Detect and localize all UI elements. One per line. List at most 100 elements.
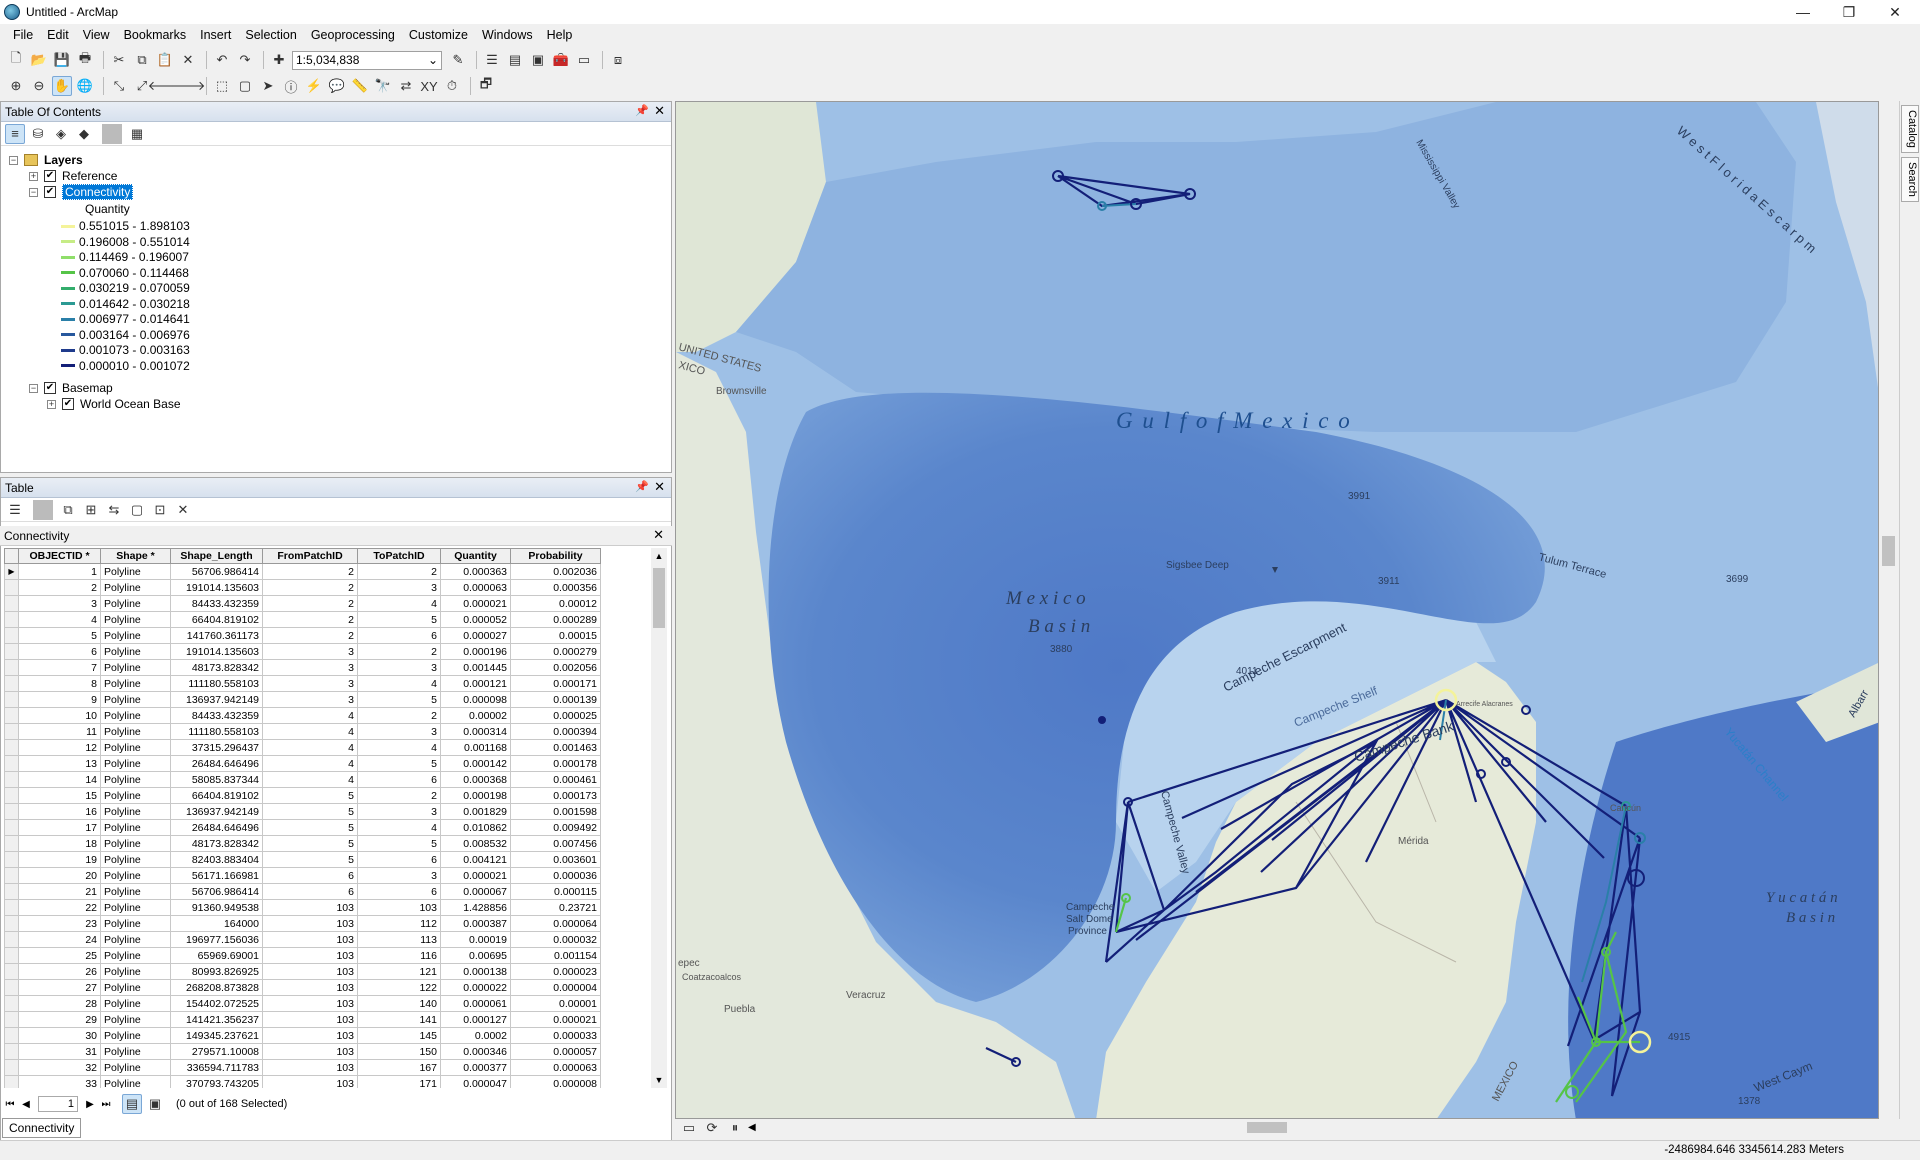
row-selector[interactable] [4, 707, 19, 724]
table-cell[interactable]: 4 [357, 675, 441, 692]
legend-item[interactable]: 0.551015 - 1.898103 [61, 218, 190, 234]
table-cell[interactable]: 1 [18, 563, 101, 580]
table-cell[interactable]: 196977.156036 [170, 931, 263, 948]
table-cell[interactable]: Polyline [100, 691, 171, 708]
table-cell[interactable]: 4 [262, 707, 358, 724]
table-cell[interactable]: 26 [18, 963, 101, 980]
table-cell[interactable]: 20 [18, 867, 101, 884]
close-icon[interactable]: ✕ [654, 479, 665, 495]
pin-icon[interactable]: 📌 [635, 104, 649, 117]
find-binoculars-icon[interactable]: 🔭 [373, 76, 393, 96]
zoom-in-icon[interactable]: ⊕ [6, 76, 26, 96]
attribute-table-grid[interactable]: OBJECTID * Shape * Shape_Length FromPatc… [4, 548, 649, 1088]
table-cell[interactable]: 0.000115 [510, 883, 601, 900]
list-by-selection-icon[interactable]: ◆ [74, 124, 94, 144]
table-cell[interactable]: 0.000057 [510, 1043, 601, 1060]
table-cell[interactable]: 56171.166981 [170, 867, 263, 884]
table-row[interactable]: 27 Polyline 268208.873828 103 122 0.000022 0.0… [4, 979, 601, 996]
row-selector[interactable] [4, 595, 19, 612]
table-cell[interactable]: 103 [357, 899, 441, 916]
row-selector[interactable] [4, 675, 19, 692]
collapse-icon[interactable]: − [29, 187, 38, 197]
layer-visibility-checkbox[interactable]: ✔ [44, 186, 56, 198]
table-cell[interactable]: 82403.883404 [170, 851, 263, 868]
table-row[interactable]: 8 Polyline 111180.558103 3 4 0.000121 0.000171 [4, 675, 601, 692]
menu-edit[interactable]: Edit [40, 24, 76, 46]
table-cell[interactable]: Polyline [100, 835, 171, 852]
table-cell[interactable]: 2 [357, 787, 441, 804]
table-cell[interactable]: 0.010862 [440, 819, 511, 836]
row-selector[interactable] [4, 611, 19, 628]
scroll-thumb[interactable] [1247, 1122, 1287, 1133]
table-cell[interactable]: 0.003601 [510, 851, 601, 868]
table-cell[interactable]: 6 [357, 851, 441, 868]
table-cell[interactable]: 0.002056 [510, 659, 601, 676]
table-cell[interactable]: Polyline [100, 1027, 171, 1044]
table-cell[interactable]: 113 [357, 931, 441, 948]
table-cell[interactable]: 37315.296437 [170, 739, 263, 756]
table-cell[interactable]: Polyline [100, 883, 171, 900]
table-cell[interactable]: 103 [262, 899, 358, 916]
table-cell[interactable]: 0.000021 [440, 595, 511, 612]
table-cell[interactable]: 141 [357, 1011, 441, 1028]
table-cell[interactable]: 0.000098 [440, 691, 511, 708]
menu-view[interactable]: View [76, 24, 117, 46]
hyperlink-icon[interactable]: ⚡ [304, 76, 324, 96]
table-cell[interactable]: 5 [18, 627, 101, 644]
table-row[interactable]: 25 Polyline 65969.69001 103 116 0.00695 0.0011… [4, 947, 601, 964]
print-icon[interactable]: 🖶 [75, 50, 95, 70]
scroll-up-arrow-icon[interactable]: ▲ [651, 548, 667, 564]
table-row[interactable]: 32 Polyline 336594.711783 103 167 0.000377 0.0… [4, 1059, 601, 1076]
legend-item[interactable]: 0.014642 - 0.030218 [61, 296, 190, 312]
fixed-zoom-in-icon[interactable]: ⤡ [109, 76, 129, 96]
table-cell[interactable]: 121 [357, 963, 441, 980]
table-cell[interactable]: Polyline [100, 851, 171, 868]
scroll-thumb[interactable] [1882, 536, 1895, 566]
row-selector[interactable] [4, 867, 19, 884]
table-cell[interactable]: 13 [18, 755, 101, 772]
restore-button[interactable]: ❐ [1826, 0, 1872, 24]
table-cell[interactable]: 103 [262, 995, 358, 1012]
table-cell[interactable]: 2 [262, 563, 358, 580]
table-cell[interactable]: 0.000142 [440, 755, 511, 772]
table-row[interactable]: ▶ 1 Polyline 56706.986414 2 2 0.000363 0.002036 [4, 563, 601, 580]
table-cell[interactable]: 5 [357, 611, 441, 628]
catalog-tab[interactable]: Catalog [1901, 105, 1919, 153]
table-cell[interactable]: Polyline [100, 771, 171, 788]
refresh-icon[interactable]: ⟳ [702, 1118, 722, 1138]
table-cell[interactable]: 0.001154 [510, 947, 601, 964]
world-ocean-base-layer[interactable]: + ✔ World Ocean Base [47, 396, 181, 412]
table-cell[interactable]: 27 [18, 979, 101, 996]
row-selector[interactable] [4, 579, 19, 596]
row-selector[interactable] [4, 931, 19, 948]
table-cell[interactable]: 0.000289 [510, 611, 601, 628]
table-row[interactable]: 13 Polyline 26484.646496 4 5 0.000142 0.000178 [4, 755, 601, 772]
table-cell[interactable]: Polyline [100, 563, 171, 580]
table-cell[interactable]: Polyline [100, 1059, 171, 1076]
table-cell[interactable]: Polyline [100, 1075, 171, 1088]
table-cell[interactable]: 4 [357, 739, 441, 756]
table-cell[interactable]: 3 [262, 675, 358, 692]
table-cell[interactable]: 0.000171 [510, 675, 601, 692]
table-cell[interactable]: 0.000021 [510, 1011, 601, 1028]
show-all-records-icon[interactable]: ▤ [122, 1094, 142, 1114]
table-cell[interactable]: Polyline [100, 803, 171, 820]
minimize-button[interactable]: — [1780, 0, 1826, 24]
table-row[interactable]: 20 Polyline 56171.166981 6 3 0.000021 0.000036 [4, 867, 601, 884]
row-selector[interactable] [4, 1011, 19, 1028]
table-tab-connectivity[interactable]: Connectivity [2, 1118, 82, 1138]
row-selector[interactable] [4, 787, 19, 804]
table-cell[interactable]: Polyline [100, 659, 171, 676]
table-cell[interactable]: 0.000004 [510, 979, 601, 996]
table-cell[interactable]: 0.000461 [510, 771, 601, 788]
modelbuilder-icon[interactable]: ⧈ [608, 50, 628, 70]
table-cell[interactable]: 0.000314 [440, 723, 511, 740]
table-cell[interactable]: 0.000173 [510, 787, 601, 804]
table-cell[interactable]: 145 [357, 1027, 441, 1044]
close-icon[interactable]: ✕ [653, 527, 664, 543]
table-cell[interactable]: 6 [262, 867, 358, 884]
table-cell[interactable]: 0.000377 [440, 1059, 511, 1076]
table-cell[interactable]: 279571.10008 [170, 1043, 263, 1060]
table-cell[interactable]: 0.00019 [440, 931, 511, 948]
table-cell[interactable]: 103 [262, 1075, 358, 1088]
